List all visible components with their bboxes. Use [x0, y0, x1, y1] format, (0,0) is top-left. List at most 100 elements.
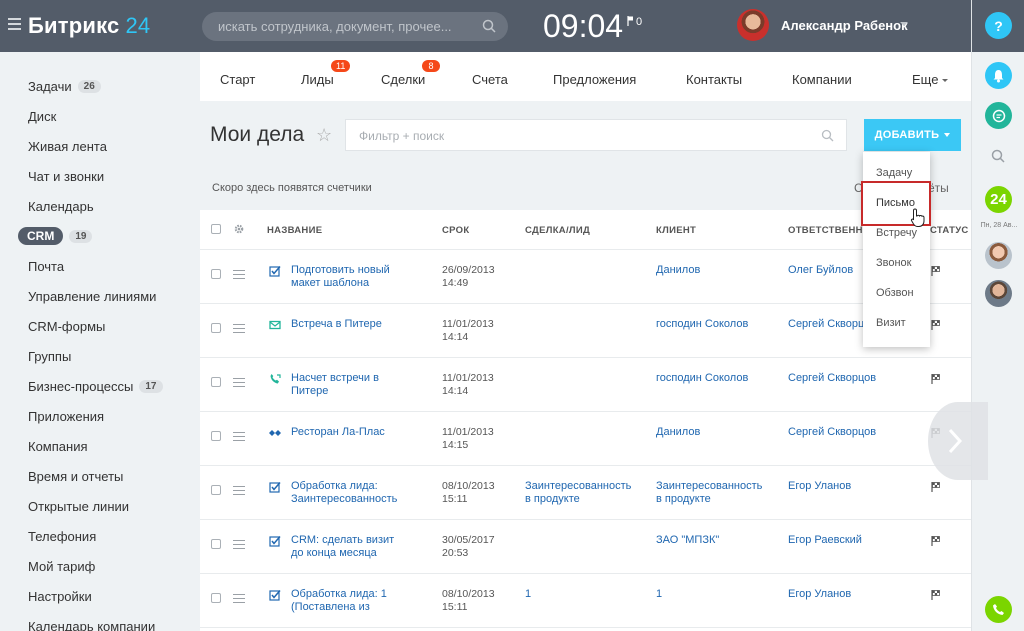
status-flag-icon[interactable] [931, 374, 941, 384]
sidebar-item[interactable]: Чат и звонки [28, 166, 104, 186]
drag-handle-icon[interactable] [233, 594, 245, 603]
notification-bell-icon[interactable] [985, 62, 1012, 89]
status-flag-icon[interactable] [931, 482, 941, 492]
contact-avatar[interactable] [985, 280, 1012, 307]
filter-search-input[interactable]: Фильтр + поиск [345, 119, 847, 151]
status-flag-icon[interactable] [931, 536, 941, 546]
sidebar-item[interactable]: CRM 19 [18, 226, 93, 246]
sidebar-item[interactable]: Задачи 26 [28, 76, 101, 96]
tab-deals[interactable]: Сделки [381, 72, 425, 87]
column-header-deadline[interactable]: СРОК [442, 225, 469, 236]
tab-companies[interactable]: Компании [792, 72, 852, 87]
contact-avatar[interactable] [985, 242, 1012, 269]
select-all-checkbox[interactable] [211, 224, 221, 234]
tab-contacts[interactable]: Контакты [686, 72, 742, 87]
activity-name-link[interactable]: Обработка лида: Заинтересованность [291, 480, 397, 506]
sidebar-item[interactable]: Приложения [28, 406, 104, 426]
tab-start[interactable]: Старт [220, 72, 255, 87]
deal-link[interactable]: Заинтересованность в продукте [525, 480, 631, 506]
menu-item-visit[interactable]: Визит [876, 317, 906, 329]
sidebar-item[interactable]: Настройки [28, 586, 92, 606]
drag-handle-icon[interactable] [233, 432, 245, 441]
activity-name-link[interactable]: Обработка лида: 1 (Поставлена из [291, 588, 387, 614]
sidebar-item[interactable]: Группы [28, 346, 71, 366]
table-row[interactable]: CRM: сделать визит до конца месяца 30/05/2… [200, 520, 971, 574]
responsible-link[interactable]: Сергей Скворцов [788, 372, 876, 385]
table-row[interactable]: Насчет встречи в Питере 11/01/2013 14:14 гос… [200, 358, 971, 412]
status-flag-icon[interactable] [931, 266, 941, 276]
column-header-client[interactable]: КЛИЕНТ [656, 225, 696, 236]
table-row[interactable]: Подготовить новый макет шаблона 26/09/2013… [200, 250, 971, 304]
search-icon[interactable] [821, 129, 834, 142]
activity-name-link[interactable]: Ресторан Ла-Плас [291, 426, 385, 439]
client-link[interactable]: Данилов [656, 264, 700, 277]
chevron-down-icon[interactable] [900, 22, 908, 26]
client-link[interactable]: Заинтересованность в продукте [656, 480, 762, 506]
row-checkbox[interactable] [211, 269, 221, 279]
activity-name-link[interactable]: Встреча в Питере [291, 318, 382, 331]
sidebar-item[interactable]: Календарь компании [28, 616, 155, 631]
sidebar-item[interactable]: Управление линиями [28, 286, 156, 306]
table-row[interactable]: Встреча в Питере 11/01/2013 14:14 господин … [200, 304, 971, 358]
client-link[interactable]: Данилов [656, 426, 700, 439]
logo[interactable]: Битрикс 24 [28, 13, 150, 39]
column-header-responsible[interactable]: ОТВЕТСТВЕННЫ [788, 225, 872, 236]
user-name[interactable]: Александр Рабенок [781, 18, 908, 33]
bitrix24-calendar-icon[interactable]: 24 [985, 186, 1012, 213]
client-link[interactable]: господин Соколов [656, 372, 748, 385]
responsible-link[interactable]: Олег Буйлов [788, 264, 853, 277]
client-link[interactable]: господин Соколов [656, 318, 748, 331]
sidebar-item[interactable]: Диск [28, 106, 56, 126]
column-header-status[interactable]: СТАТУС [930, 225, 969, 236]
client-link[interactable]: 1 [656, 588, 662, 601]
drag-handle-icon[interactable] [233, 270, 245, 279]
drag-handle-icon[interactable] [233, 324, 245, 333]
drag-handle-icon[interactable] [233, 486, 245, 495]
sidebar-item[interactable]: Бизнес-процессы 17 [28, 376, 163, 396]
deal-link[interactable]: 1 [525, 588, 531, 601]
search-icon[interactable] [991, 149, 1005, 163]
drag-handle-icon[interactable] [233, 540, 245, 549]
tab-more[interactable]: Еще [912, 72, 949, 87]
add-button[interactable]: ДОБАВИТЬ [864, 119, 961, 151]
table-row[interactable]: Обработка лида: Заинтересованность 08/10/2… [200, 466, 971, 520]
table-row[interactable]: Ресторан Ла-Плас 11/01/2013 14:15 Данилов Се… [200, 412, 971, 466]
table-row[interactable]: Обработка лида: 1 (Поставлена из 08/10/201… [200, 574, 971, 628]
global-search-input[interactable]: искать сотрудника, документ, прочее... [202, 12, 508, 41]
row-checkbox[interactable] [211, 377, 221, 387]
search-icon[interactable] [482, 19, 496, 33]
sidebar-item[interactable]: Компания [28, 436, 88, 456]
row-checkbox[interactable] [211, 593, 221, 603]
column-header-deal[interactable]: СДЕЛКА/ЛИД [525, 225, 590, 236]
activity-name-link[interactable]: Насчет встречи в Питере [291, 372, 379, 398]
row-checkbox[interactable] [211, 323, 221, 333]
sidebar-item[interactable]: CRM-формы [28, 316, 105, 336]
sidebar-item[interactable]: Время и отчеты [28, 466, 123, 486]
row-checkbox[interactable] [211, 485, 221, 495]
counters-link-end[interactable]: ёты [928, 181, 949, 195]
activity-name-link[interactable]: CRM: сделать визит до конца месяца [291, 534, 394, 560]
menu-item-call-list[interactable]: Обзвон [876, 287, 914, 299]
menu-item-task[interactable]: Задачу [876, 167, 912, 179]
tab-leads[interactable]: Лиды [301, 72, 334, 87]
status-flag-icon[interactable] [931, 320, 941, 330]
responsible-link[interactable]: Егор Уланов [788, 480, 851, 493]
sidebar-item[interactable]: Мой тариф [28, 556, 95, 576]
chevron-right-icon[interactable] [948, 428, 962, 454]
column-header-name[interactable]: НАЗВАНИЕ [267, 225, 322, 236]
responsible-link[interactable]: Егор Раевский [788, 534, 862, 547]
row-checkbox[interactable] [211, 431, 221, 441]
help-icon[interactable]: ? [985, 12, 1012, 39]
tab-offers[interactable]: Предложения [553, 72, 636, 87]
chat-icon[interactable] [985, 102, 1012, 129]
gear-icon[interactable] [233, 223, 245, 235]
star-icon[interactable]: ☆ [316, 125, 332, 146]
status-flag-icon[interactable] [931, 590, 941, 600]
sidebar-item[interactable]: Календарь [28, 196, 94, 216]
responsible-link[interactable]: Егор Уланов [788, 588, 851, 601]
tab-invoices[interactable]: Счета [472, 72, 508, 87]
responsible-link[interactable]: Сергей Скворцов [788, 426, 876, 439]
drag-handle-icon[interactable] [233, 378, 245, 387]
sidebar-item[interactable]: Телефония [28, 526, 96, 546]
sidebar-item[interactable]: Почта [28, 256, 64, 276]
